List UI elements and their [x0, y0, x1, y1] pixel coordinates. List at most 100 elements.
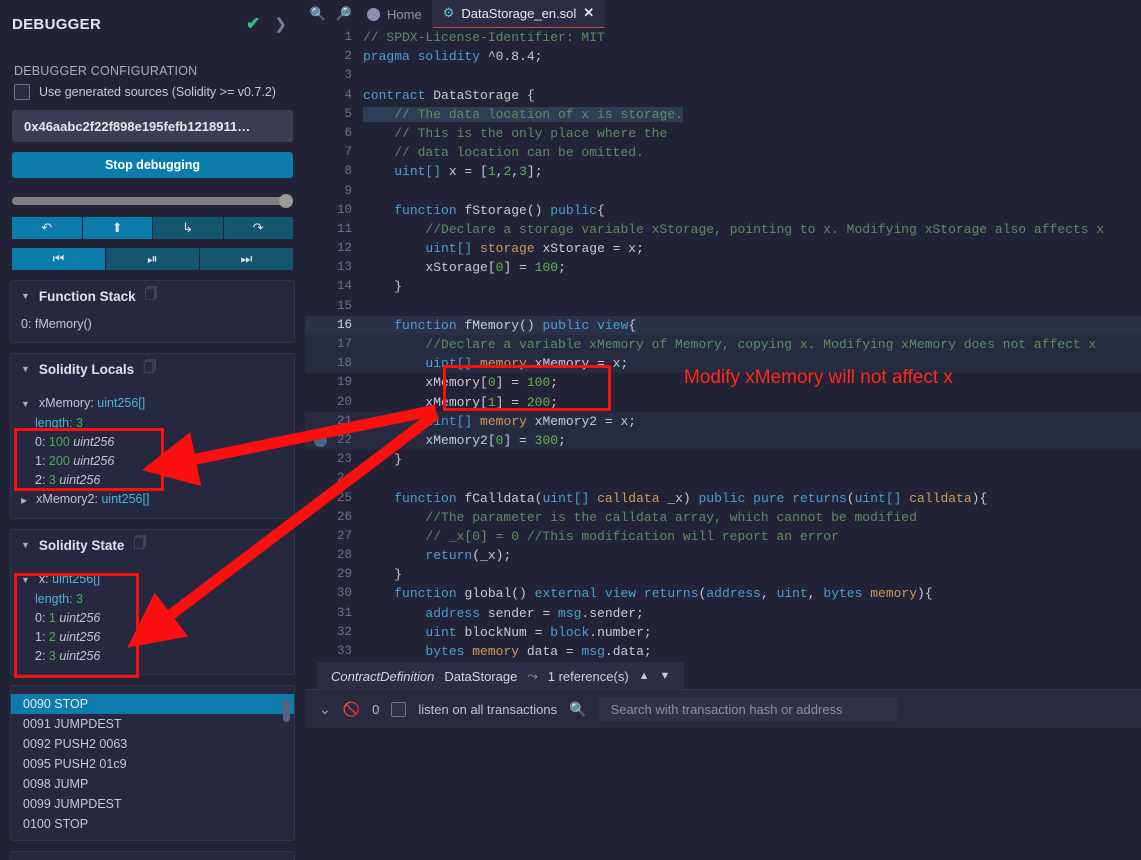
code-editor[interactable]: 1 // SPDX-License-Identifier: MIT 2 pragma …: [305, 28, 1141, 658]
code-line[interactable]: 8 uint[] x = [1,2,3];: [305, 162, 1141, 181]
list-item[interactable]: 0099 JUMPDEST: [11, 794, 294, 814]
caret-down-icon[interactable]: ▼: [21, 540, 30, 550]
close-icon[interactable]: ✕: [583, 5, 594, 21]
code-line[interactable]: 26 //The parameter is the calldata array…: [305, 508, 1141, 527]
code-line[interactable]: 5 // The data location of x is storage.: [305, 105, 1141, 124]
code-line[interactable]: 28 return(_x);: [305, 546, 1141, 565]
line-number: 30: [336, 586, 352, 601]
code-line[interactable]: 30 function global() external view retur…: [305, 584, 1141, 603]
code-line[interactable]: 21 uint[] memory xMemory2 = x;: [305, 411, 1141, 431]
caret-right-icon[interactable]: ▶: [21, 496, 27, 505]
jump-out-icon[interactable]: ⏯: [106, 248, 199, 270]
code-line[interactable]: 1 // SPDX-License-Identifier: MIT: [305, 28, 1141, 47]
line-number: 26: [336, 509, 352, 524]
debug-step-slider[interactable]: [12, 194, 293, 208]
locals-xmemory-row[interactable]: ▼ xMemory: uint256[]: [21, 394, 284, 414]
search-input[interactable]: Search with transaction hash or address: [598, 697, 898, 721]
locals-key: 2:: [35, 473, 46, 487]
locals-xmemory2-row[interactable]: ▶ xMemory2: uint256[]: [21, 490, 284, 510]
jump-next-breakpoint-icon[interactable]: ⏭: [200, 248, 293, 270]
copy-icon[interactable]: 🗍: [143, 358, 156, 380]
copy-icon[interactable]: 🗍: [145, 285, 158, 307]
code-line[interactable]: 12 uint[] storage xStorage = x;: [305, 239, 1141, 258]
code-line[interactable]: 27 // _x[0] = 0 //This modification will…: [305, 527, 1141, 546]
code-line-text: address sender = msg.sender;: [425, 605, 644, 621]
code-line[interactable]: 23 }: [305, 450, 1141, 469]
state-x-row[interactable]: ▼ x: uint256[]: [21, 570, 284, 590]
list-item[interactable]: 0095 PUSH2 01c9: [11, 754, 294, 774]
code-line[interactable]: 10 function fStorage() public{: [305, 201, 1141, 220]
code-line[interactable]: 9: [305, 182, 1141, 201]
code-line[interactable]: 32 uint blockNum = block.number;: [305, 623, 1141, 642]
step-out-icon[interactable]: ↳: [153, 217, 223, 239]
zoom-in-icon[interactable]: 🔎: [331, 0, 357, 28]
list-item[interactable]: 0090 STOP: [11, 694, 294, 714]
code-line[interactable]: 13 xStorage[0] = 100;: [305, 258, 1141, 277]
code-line[interactable]: 19 xMemory[0] = 100;: [305, 373, 1141, 392]
jump-previous-breakpoint-icon[interactable]: ⏮: [12, 248, 105, 270]
caret-down-icon[interactable]: ▼: [21, 364, 30, 374]
code-line-text: // SPDX-License-Identifier: MIT: [363, 30, 605, 45]
code-line[interactable]: 24: [305, 469, 1141, 488]
code-line[interactable]: 16 function fMemory() public view{: [305, 315, 1141, 335]
code-line[interactable]: 2 pragma solidity ^0.8.4;: [305, 47, 1141, 66]
solidity-locals-header[interactable]: ▼ Solidity Locals 🗍: [11, 354, 294, 384]
function-stack-header[interactable]: ▼ Function Stack 🗍: [11, 281, 294, 311]
solidity-state-header[interactable]: ▼ Solidity State 🗍: [11, 530, 294, 560]
code-line[interactable]: 31 address sender = msg.sender;: [305, 604, 1141, 623]
code-line[interactable]: 29 }: [305, 565, 1141, 584]
code-line-text: contract DataStorage {: [363, 87, 535, 103]
chevron-right-icon[interactable]: ❯: [274, 15, 287, 33]
chevron-up-icon[interactable]: ▲: [639, 670, 650, 682]
list-item[interactable]: 0092 PUSH2 0063: [11, 734, 294, 754]
zoom-out-icon[interactable]: 🔍: [305, 0, 331, 28]
code-line[interactable]: 6 // This is the only place where the: [305, 124, 1141, 143]
code-line[interactable]: 14 }: [305, 277, 1141, 296]
step-over-icon[interactable]: ↷: [223, 217, 293, 239]
code-line[interactable]: 3: [305, 66, 1141, 85]
locals-type: uint256: [73, 454, 115, 468]
tab-home[interactable]: Home: [357, 0, 433, 28]
transaction-hash-input[interactable]: 0x46aabc2f22f898e195fefb1218911…: [12, 110, 293, 142]
step-into-icon[interactable]: ⬆: [82, 217, 152, 239]
check-icon[interactable]: ✔: [246, 14, 260, 34]
goto-reference-icon[interactable]: ⤳: [527, 668, 537, 684]
code-line[interactable]: 4 contract DataStorage {: [305, 86, 1141, 105]
code-line[interactable]: 18 uint[] memory xMemory = x;: [305, 354, 1141, 374]
step-back-icon[interactable]: ↶: [12, 217, 82, 239]
solidity-file-icon: ⚙: [442, 5, 455, 20]
state-type: uint256: [59, 630, 101, 644]
code-line-text: xMemory[1] = 200;: [363, 394, 559, 410]
code-line[interactable]: 17 //Declare a variable xMemory of Memor…: [305, 335, 1141, 355]
caret-down-icon[interactable]: ▼: [21, 575, 30, 585]
list-item[interactable]: 0091 JUMPDEST: [11, 714, 294, 734]
code-line[interactable]: 20 xMemory[1] = 200;: [305, 393, 1141, 412]
use-generated-sources-row[interactable]: Use generated sources (Solidity >= v0.7.…: [14, 84, 305, 100]
code-line[interactable]: 7 // data location can be omitted.: [305, 143, 1141, 162]
use-generated-sources-checkbox[interactable]: [14, 84, 30, 100]
caret-down-icon[interactable]: ▼: [21, 399, 30, 409]
opcodes-scrollbar[interactable]: [283, 700, 290, 722]
code-line[interactable]: 11 //Declare a storage variable xStorage…: [305, 220, 1141, 239]
line-number: 8: [344, 164, 352, 179]
slider-knob[interactable]: [279, 194, 293, 208]
search-icon[interactable]: 🔍: [569, 701, 586, 718]
stop-debugging-button[interactable]: Stop debugging: [12, 152, 293, 178]
code-line[interactable]: 25 function fCalldata(uint[] calldata _x…: [305, 489, 1141, 508]
tab-datastorage-sol[interactable]: ⚙ DataStorage_en.sol ✕: [432, 0, 606, 29]
chevron-down-icon[interactable]: ▼: [660, 670, 671, 682]
code-line[interactable]: 22 xMemory2[0] = 300;: [305, 430, 1141, 451]
list-item[interactable]: 0100 STOP: [11, 814, 294, 834]
code-line-text: [363, 66, 1141, 85]
code-line[interactable]: 15: [305, 297, 1141, 316]
double-chevron-down-icon[interactable]: ⌄: [319, 701, 331, 718]
breakpoint-icon[interactable]: [314, 433, 327, 447]
listen-on-all-transactions-checkbox[interactable]: [391, 701, 407, 717]
list-item[interactable]: 0098 JUMP: [11, 774, 294, 794]
code-line[interactable]: 33 bytes memory data = msg.data;: [305, 642, 1141, 658]
state-type: uint256: [59, 649, 101, 663]
caret-down-icon[interactable]: ▼: [21, 291, 30, 301]
copy-icon[interactable]: 🗍: [133, 534, 146, 556]
block-icon[interactable]: 🚫: [343, 701, 360, 718]
next-collapsed-panel[interactable]: [10, 851, 295, 860]
